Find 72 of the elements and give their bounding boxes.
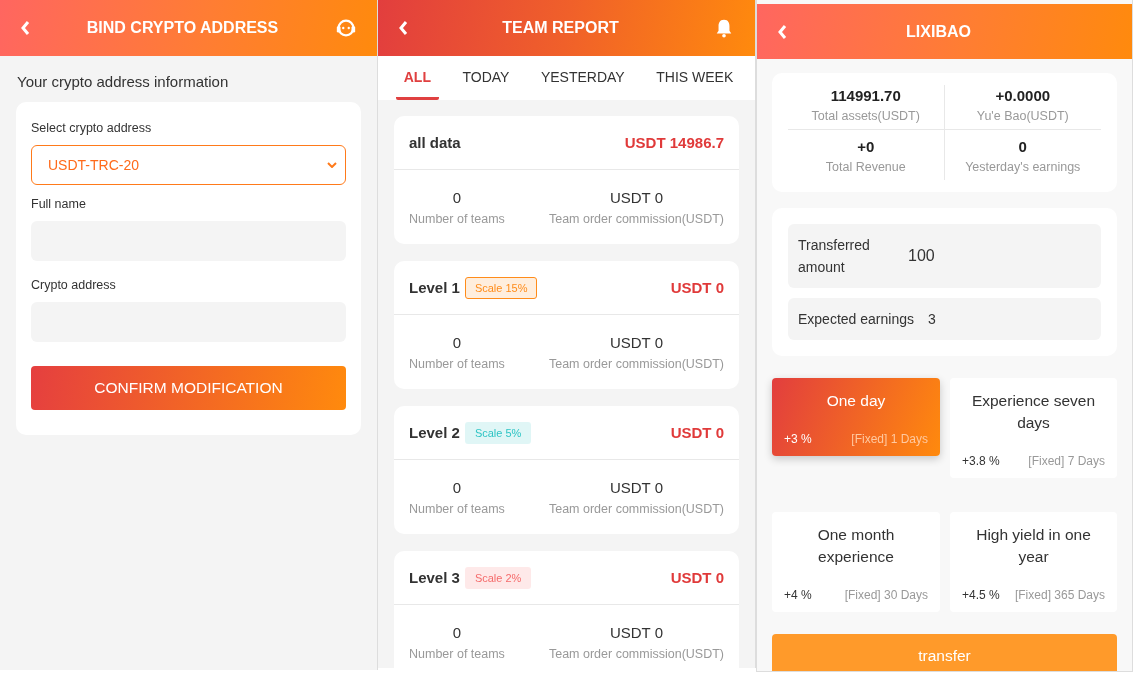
stat-label: Team order commission(USDT) — [548, 211, 724, 226]
stat-label: Total assets(USDT) — [811, 109, 920, 123]
stat-label: Number of teams — [409, 356, 505, 371]
stat-value: +0.0000 — [995, 87, 1051, 104]
stat-label: Team order commission(USDT) — [548, 356, 724, 371]
commission-value: USDT 0 — [609, 333, 663, 351]
tab[interactable]: TODAY — [454, 56, 518, 100]
plan-rate: +3 % — [784, 432, 812, 446]
card-total: USDT 0 — [670, 279, 724, 296]
plan-term: [Fixed] 365 Days — [1014, 588, 1105, 602]
page-title: BIND CRYPTO ADDRESS — [86, 19, 279, 37]
field-value: 3 — [927, 311, 936, 327]
commission-value: USDT 0 — [609, 478, 663, 496]
scale-badge: Scale 15% — [464, 276, 538, 299]
back-icon[interactable] — [777, 23, 787, 40]
stat-value: 114991.70 — [830, 87, 901, 104]
tab[interactable]: YESTERDAY — [532, 56, 633, 100]
tab[interactable]: ALL — [395, 56, 439, 100]
team-count: 0 — [452, 478, 462, 496]
back-icon[interactable] — [398, 20, 408, 36]
chevron-down-icon — [327, 162, 337, 168]
team-count: 0 — [452, 333, 462, 351]
stat-label: Total Revenue — [825, 160, 906, 174]
stat-label: Number of teams — [409, 211, 505, 226]
stat-label: Team order commission(USDT) — [548, 501, 724, 516]
stat-value: 0 — [1018, 138, 1027, 155]
card-title: Level 2 — [409, 424, 460, 441]
section-title: Your crypto address information — [17, 73, 230, 90]
scale-badge: Scale 5% — [464, 421, 532, 444]
team-count: 0 — [452, 623, 462, 641]
stat-label: Yesterday's earnings — [965, 160, 1081, 174]
page-title: TEAM REPORT — [502, 19, 619, 37]
back-icon[interactable] — [20, 20, 30, 36]
plan-card[interactable]: Experience seven days +3.8 % [Fixed] 7 Days — [950, 378, 1117, 478]
plan-name: One day — [825, 391, 887, 411]
card-total: USDT 14986.7 — [624, 134, 724, 151]
plan-term: [Fixed] 1 Days — [851, 432, 928, 446]
stat-value: +0 — [857, 138, 875, 155]
stat-label: Number of teams — [409, 646, 505, 661]
stat-label: Number of teams — [409, 501, 505, 516]
field-label: Full name — [31, 197, 87, 211]
scale-badge: Scale 2% — [464, 566, 532, 589]
tab[interactable]: THIS WEEK — [648, 56, 742, 100]
stat-label: Team order commission(USDT) — [548, 646, 724, 661]
plan-card[interactable]: High yield in one year +4.5 % [Fixed] 365 Days — [950, 512, 1117, 612]
page-title: LIXIBAO — [906, 22, 971, 41]
plan-rate: +3.8 % — [962, 454, 1000, 468]
field-label: Expected earnings — [798, 310, 914, 329]
plan-card[interactable]: One day +3 % [Fixed] 1 Days — [772, 378, 940, 456]
plan-name: High yield in one year — [975, 525, 1092, 567]
team-count: 0 — [452, 188, 462, 206]
card-total: USDT 0 — [670, 569, 724, 586]
field-label: Crypto address — [31, 278, 117, 292]
card-title: Level 3 — [409, 569, 460, 586]
field-label: Transferred amount — [798, 236, 871, 277]
commission-value: USDT 0 — [609, 188, 663, 206]
plan-name: One month experience — [816, 525, 896, 567]
support-agent-icon[interactable] — [335, 17, 357, 39]
amount-field[interactable]: Transferred amount 100 — [788, 224, 1101, 288]
commission-value: USDT 0 — [609, 623, 663, 641]
plan-term: [Fixed] 30 Days — [844, 588, 928, 602]
plan-rate: +4 % — [784, 588, 812, 602]
card-total: USDT 0 — [670, 424, 724, 441]
card-title: Level 1 — [409, 279, 460, 296]
plan-name: Experience seven days — [970, 391, 1097, 433]
plan-card[interactable]: One month experience +4 % [Fixed] 30 Days — [772, 512, 940, 612]
plan-term: [Fixed] 7 Days — [1028, 454, 1105, 468]
field-label: Select crypto address — [31, 121, 153, 135]
stat-label: Yu'e Bao(USDT) — [976, 109, 1069, 123]
field-value: 100 — [908, 247, 935, 265]
card-title: all data — [409, 134, 461, 151]
plan-rate: +4.5 % — [962, 588, 1000, 602]
